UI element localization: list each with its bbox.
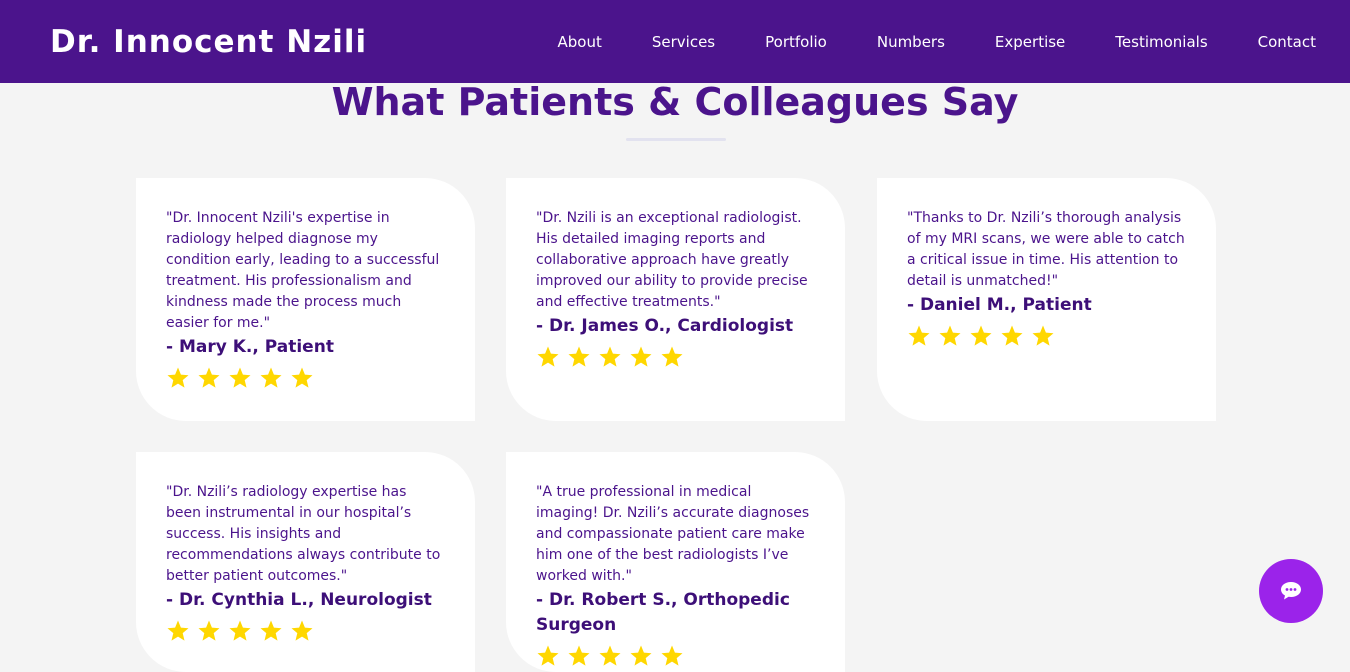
star-icon [939,325,961,346]
star-rating [166,366,445,390]
star-icon [630,645,652,666]
testimonial-card: "Dr. Nzili is an exceptional radiologist… [506,178,845,421]
star-icon [198,620,220,641]
star-icon [630,346,652,367]
star-rating [536,345,815,369]
nav-link-expertise[interactable]: Expertise [995,33,1065,51]
star-icon [599,346,621,367]
testimonial-quote: "A true professional in medical imaging!… [536,484,810,584]
nav-links: About Services Portfolio Numbers Experti… [508,33,1317,51]
nav-link-contact[interactable]: Contact [1258,33,1316,51]
star-icon [1032,325,1054,346]
star-icon [661,645,683,666]
chat-button[interactable] [1259,559,1323,623]
nav-link-portfolio[interactable]: Portfolio [765,33,827,51]
title-divider [626,138,726,141]
star-icon [537,346,559,367]
star-icon [291,620,313,641]
star-icon [260,367,282,388]
testimonial-quote: "Dr. Innocent Nzili's expertise in radio… [166,210,440,331]
star-icon [1001,325,1023,346]
testimonial-quote: "Dr. Nzili is an exceptional radiologist… [536,210,808,310]
testimonial-author: - Mary K., Patient [166,337,334,357]
testimonial-card: "Thanks to Dr. Nzili’s thorough analysis… [877,178,1216,421]
star-rating [166,619,445,643]
testimonial-author: - Dr. Robert S., Orthopedic Surgeon [536,590,790,635]
star-icon [260,620,282,641]
navbar: Dr. Innocent Nzili About Services Portfo… [0,0,1350,83]
star-rating [536,644,815,668]
star-rating [907,324,1186,348]
star-icon [908,325,930,346]
chat-bubble-icon [1281,582,1301,600]
star-icon [229,367,251,388]
star-icon [167,620,189,641]
testimonial-author: - Dr. Cynthia L., Neurologist [166,590,432,610]
star-icon [661,346,683,367]
testimonial-quote: "Thanks to Dr. Nzili’s thorough analysis… [907,210,1185,289]
star-icon [599,645,621,666]
star-icon [198,367,220,388]
nav-link-numbers[interactable]: Numbers [877,33,945,51]
testimonial-card: "Dr. Innocent Nzili's expertise in radio… [136,178,475,421]
star-icon [568,346,590,367]
nav-link-testimonials[interactable]: Testimonials [1115,33,1207,51]
testimonial-author: - Daniel M., Patient [907,295,1092,315]
testimonial-card: "A true professional in medical imaging!… [506,452,845,672]
nav-link-services[interactable]: Services [652,33,715,51]
star-icon [568,645,590,666]
nav-link-about[interactable]: About [558,33,602,51]
star-icon [291,367,313,388]
star-icon [229,620,251,641]
testimonial-card: "Dr. Nzili’s radiology expertise has bee… [136,452,475,672]
star-icon [970,325,992,346]
brand-logo[interactable]: Dr. Innocent Nzili [50,24,367,60]
section-title: What Patients & Colleagues Say [331,80,1019,124]
star-icon [537,645,559,666]
testimonial-author: - Dr. James O., Cardiologist [536,316,794,336]
star-icon [167,367,189,388]
testimonial-quote: "Dr. Nzili’s radiology expertise has bee… [166,484,441,584]
